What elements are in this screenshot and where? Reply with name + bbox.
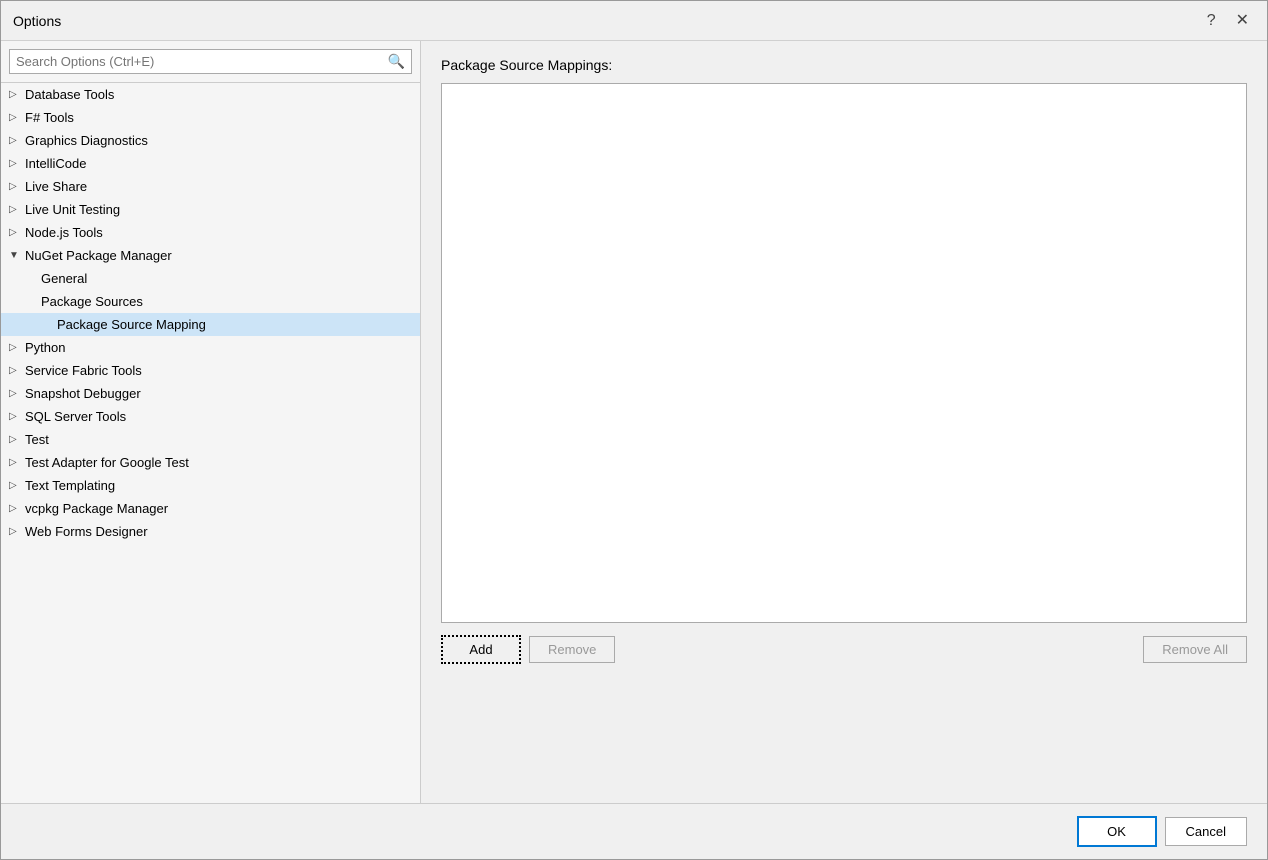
tree-item-sql-server-tools[interactable]: ▷SQL Server Tools bbox=[1, 405, 420, 428]
tree-label-nuget-package-source-mapping: Package Source Mapping bbox=[57, 317, 206, 332]
tree-label-python: Python bbox=[25, 340, 65, 355]
tree-label-graphics-diagnostics: Graphics Diagnostics bbox=[25, 133, 148, 148]
tree-item-vcpkg-package-manager[interactable]: ▷vcpkg Package Manager bbox=[1, 497, 420, 520]
tree-item-fsharp-tools[interactable]: ▷F# Tools bbox=[1, 106, 420, 129]
cancel-button[interactable]: Cancel bbox=[1165, 817, 1247, 846]
search-input[interactable] bbox=[16, 54, 388, 69]
tree-label-text-templating: Text Templating bbox=[25, 478, 115, 493]
tree-arrow-test: ▷ bbox=[9, 434, 23, 445]
title-bar: Options ? ✕ bbox=[1, 1, 1267, 41]
tree-arrow-web-forms-designer: ▷ bbox=[9, 526, 23, 537]
tree-item-web-forms-designer[interactable]: ▷Web Forms Designer bbox=[1, 520, 420, 543]
title-bar-controls: ? ✕ bbox=[1201, 11, 1255, 31]
search-box: 🔍 bbox=[1, 41, 420, 83]
left-panel: 🔍 ▷Database Tools▷F# Tools▷Graphics Diag… bbox=[1, 41, 421, 803]
tree-item-live-share[interactable]: ▷Live Share bbox=[1, 175, 420, 198]
remove-button[interactable]: Remove bbox=[529, 636, 615, 663]
tree-arrow-nodejs-tools: ▷ bbox=[9, 227, 23, 238]
mappings-box bbox=[441, 83, 1247, 623]
add-button[interactable]: Add bbox=[441, 635, 521, 664]
tree-label-test-adapter-google: Test Adapter for Google Test bbox=[25, 455, 189, 470]
tree-item-nuget-general[interactable]: General bbox=[1, 267, 420, 290]
tree-item-graphics-diagnostics[interactable]: ▷Graphics Diagnostics bbox=[1, 129, 420, 152]
tree-label-service-fabric-tools: Service Fabric Tools bbox=[25, 363, 142, 378]
dialog-title: Options bbox=[13, 13, 61, 29]
tree-item-nodejs-tools[interactable]: ▷Node.js Tools bbox=[1, 221, 420, 244]
tree-arrow-service-fabric-tools: ▷ bbox=[9, 365, 23, 376]
tree-item-test-adapter-google[interactable]: ▷Test Adapter for Google Test bbox=[1, 451, 420, 474]
tree-item-text-templating[interactable]: ▷Text Templating bbox=[1, 474, 420, 497]
tree-arrow-graphics-diagnostics: ▷ bbox=[9, 135, 23, 146]
tree-item-test[interactable]: ▷Test bbox=[1, 428, 420, 451]
remove-all-button[interactable]: Remove All bbox=[1143, 636, 1247, 663]
tree-item-live-unit-testing[interactable]: ▷Live Unit Testing bbox=[1, 198, 420, 221]
right-panel-title: Package Source Mappings: bbox=[441, 57, 1247, 73]
tree-arrow-python: ▷ bbox=[9, 342, 23, 353]
tree-item-intellicode[interactable]: ▷IntelliCode bbox=[1, 152, 420, 175]
bottom-bar: OK Cancel bbox=[1, 803, 1267, 859]
tree-item-python[interactable]: ▷Python bbox=[1, 336, 420, 359]
tree-label-nuget-package-manager: NuGet Package Manager bbox=[25, 248, 172, 263]
tree-item-database-tools[interactable]: ▷Database Tools bbox=[1, 83, 420, 106]
close-button[interactable]: ✕ bbox=[1230, 11, 1255, 31]
action-buttons: Add Remove Remove All bbox=[441, 635, 1247, 664]
tree-item-service-fabric-tools[interactable]: ▷Service Fabric Tools bbox=[1, 359, 420, 382]
tree-label-test: Test bbox=[25, 432, 49, 447]
tree-item-nuget-package-source-mapping[interactable]: Package Source Mapping bbox=[1, 313, 420, 336]
tree-label-live-share: Live Share bbox=[25, 179, 87, 194]
tree-arrow-nuget-package-manager: ▼ bbox=[9, 250, 23, 261]
main-content: 🔍 ▷Database Tools▷F# Tools▷Graphics Diag… bbox=[1, 41, 1267, 803]
tree-label-vcpkg-package-manager: vcpkg Package Manager bbox=[25, 501, 168, 516]
tree-label-snapshot-debugger: Snapshot Debugger bbox=[25, 386, 141, 401]
search-inner[interactable]: 🔍 bbox=[9, 49, 412, 74]
tree-label-intellicode: IntelliCode bbox=[25, 156, 86, 171]
options-dialog: Options ? ✕ 🔍 ▷Database Tools▷F# Tools▷G… bbox=[0, 0, 1268, 860]
tree-label-nuget-package-sources: Package Sources bbox=[41, 294, 143, 309]
tree-arrow-text-templating: ▷ bbox=[9, 480, 23, 491]
tree-arrow-vcpkg-package-manager: ▷ bbox=[9, 503, 23, 514]
ok-button[interactable]: OK bbox=[1077, 816, 1157, 847]
tree-label-database-tools: Database Tools bbox=[25, 87, 114, 102]
tree-arrow-fsharp-tools: ▷ bbox=[9, 112, 23, 123]
tree-label-sql-server-tools: SQL Server Tools bbox=[25, 409, 126, 424]
search-icon: 🔍 bbox=[388, 53, 405, 70]
tree-label-nuget-general: General bbox=[41, 271, 87, 286]
tree-item-snapshot-debugger[interactable]: ▷Snapshot Debugger bbox=[1, 382, 420, 405]
tree-label-web-forms-designer: Web Forms Designer bbox=[25, 524, 148, 539]
tree-arrow-snapshot-debugger: ▷ bbox=[9, 388, 23, 399]
tree-item-nuget-package-sources[interactable]: Package Sources bbox=[1, 290, 420, 313]
tree-label-fsharp-tools: F# Tools bbox=[25, 110, 74, 125]
tree-label-nodejs-tools: Node.js Tools bbox=[25, 225, 103, 240]
tree-arrow-test-adapter-google: ▷ bbox=[9, 457, 23, 468]
help-button[interactable]: ? bbox=[1201, 11, 1222, 31]
tree-item-nuget-package-manager[interactable]: ▼NuGet Package Manager bbox=[1, 244, 420, 267]
tree-arrow-live-unit-testing: ▷ bbox=[9, 204, 23, 215]
tree-arrow-live-share: ▷ bbox=[9, 181, 23, 192]
tree-arrow-database-tools: ▷ bbox=[9, 89, 23, 100]
tree-arrow-sql-server-tools: ▷ bbox=[9, 411, 23, 422]
right-panel: Package Source Mappings: Add Remove Remo… bbox=[421, 41, 1267, 803]
tree-arrow-intellicode: ▷ bbox=[9, 158, 23, 169]
tree-area: ▷Database Tools▷F# Tools▷Graphics Diagno… bbox=[1, 83, 420, 803]
tree-label-live-unit-testing: Live Unit Testing bbox=[25, 202, 120, 217]
